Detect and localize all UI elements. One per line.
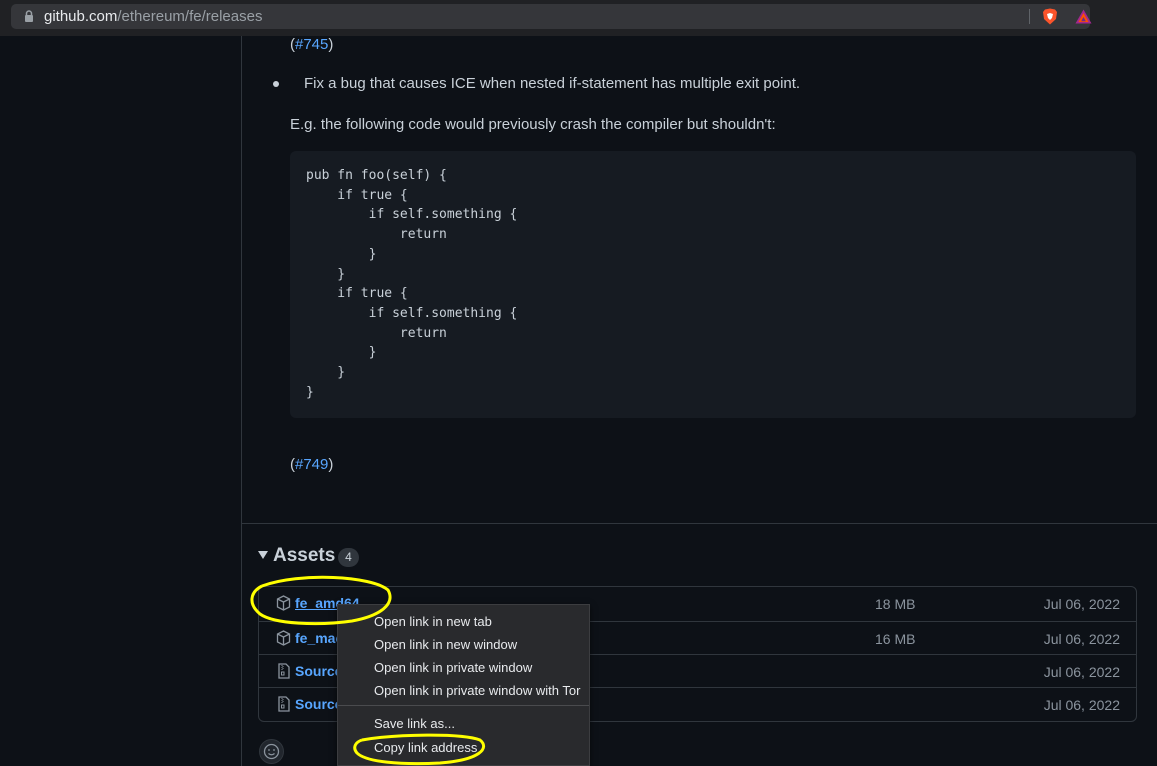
asset-date: Jul 06, 2022 <box>1043 596 1120 612</box>
asset-date: Jul 06, 2022 <box>1043 664 1120 680</box>
issue-link-749[interactable]: #749 <box>295 456 328 473</box>
context-menu: Open link in new tab Open link in new wi… <box>337 604 590 766</box>
lock-icon <box>25 10 33 22</box>
assets-toggle-icon[interactable] <box>258 551 268 559</box>
menu-item-save-link-as[interactable]: Save link as... <box>374 716 455 731</box>
brave-rewards-icon[interactable] <box>1075 9 1092 24</box>
menu-item-copy-link-address[interactable]: Copy link address <box>374 740 477 755</box>
asset-size: 16 MB <box>875 631 916 647</box>
browser-toolbar: github.com/ethereum/fe/releases <box>0 0 1157 36</box>
menu-separator <box>338 705 589 706</box>
sidebar-divider <box>241 36 242 766</box>
package-icon <box>276 630 291 646</box>
brave-shields-icon[interactable] <box>1042 8 1058 25</box>
url-text: github.com/ethereum/fe/releases <box>44 8 262 25</box>
section-divider <box>241 523 1157 524</box>
issue-link-745[interactable]: #745 <box>295 36 328 53</box>
add-reaction-button[interactable] <box>259 739 284 764</box>
issue-ref-bottom: (#749) <box>290 456 334 473</box>
assets-count-badge: 4 <box>338 548 359 567</box>
asset-size: 18 MB <box>875 596 916 612</box>
assets-title[interactable]: Assets <box>273 545 335 567</box>
bullet-text: Fix a bug that causes ICE when nested if… <box>304 75 801 92</box>
file-zip-icon <box>278 696 290 712</box>
address-bar[interactable]: github.com/ethereum/fe/releases <box>11 4 1092 29</box>
asset-date: Jul 06, 2022 <box>1043 697 1120 713</box>
asset-link-source-zip[interactable]: Source <box>295 663 342 679</box>
asset-date: Jul 06, 2022 <box>1043 631 1120 647</box>
code-block: pub fn foo(self) { if true { if self.som… <box>290 151 1136 418</box>
asset-link-source-tar[interactable]: Source <box>295 696 342 712</box>
code-snippet: pub fn foo(self) { if true { if self.som… <box>306 168 518 400</box>
url-path: /ethereum/fe/releases <box>117 8 263 25</box>
menu-item-open-private-tor[interactable]: Open link in private window with Tor <box>374 683 580 698</box>
example-intro: E.g. the following code would previously… <box>290 116 776 133</box>
issue-ref-top: (#745) <box>290 36 334 53</box>
menu-item-open-new-tab[interactable]: Open link in new tab <box>374 614 492 629</box>
bullet-point <box>273 81 279 87</box>
menu-item-open-private-window[interactable]: Open link in private window <box>374 660 532 675</box>
url-host: github.com <box>44 8 118 25</box>
divider <box>1029 9 1030 24</box>
smiley-icon <box>263 743 280 760</box>
menu-item-open-new-window[interactable]: Open link in new window <box>374 637 517 652</box>
file-zip-icon <box>278 663 290 679</box>
package-icon <box>276 595 291 611</box>
